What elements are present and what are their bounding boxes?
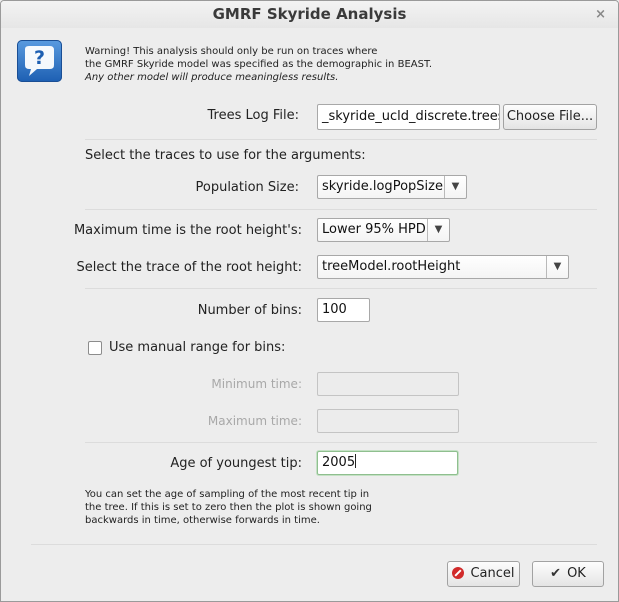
- max-time-dropdown[interactable]: Lower 95% HPD ▼: [317, 218, 450, 242]
- population-size-value: skyride.logPopSize: [322, 179, 443, 194]
- separator: [31, 544, 597, 545]
- separator: [85, 288, 597, 289]
- youngest-tip-value: 2005: [322, 455, 356, 470]
- close-icon[interactable]: ×: [595, 1, 606, 28]
- text-cursor: [355, 454, 357, 468]
- warning-line-1: Warning! This analysis should only be ru…: [85, 46, 378, 57]
- max-time-label: Maximum time is the root height's:: [73, 223, 302, 238]
- note-line-1: You can set the age of sampling of the m…: [85, 489, 370, 500]
- population-size-label: Population Size:: [195, 180, 300, 195]
- max-time-field-label: Maximum time:: [207, 414, 302, 428]
- separator: [85, 139, 597, 140]
- warning-line-2: the GMRF Skyride model was specified as …: [85, 59, 433, 70]
- dialog-title: GMRF Skyride Analysis: [212, 5, 407, 23]
- manual-range-checkbox[interactable]: [88, 341, 102, 355]
- choose-file-button[interactable]: Choose File...: [503, 104, 597, 130]
- trees-log-field[interactable]: _skyride_ucld_discrete.trees: [317, 104, 500, 130]
- min-time-label: Minimum time:: [211, 377, 302, 391]
- population-size-dropdown[interactable]: skyride.logPopSize ▼: [317, 175, 467, 199]
- youngest-tip-label: Age of youngest tip:: [170, 456, 302, 471]
- cancel-label: Cancel: [470, 566, 515, 581]
- root-height-value: treeModel.rootHeight: [322, 259, 461, 274]
- checkmark-icon: ✔: [550, 566, 562, 581]
- chevron-down-icon: ▼: [546, 256, 568, 278]
- youngest-tip-field[interactable]: 2005: [317, 451, 458, 475]
- separator: [85, 442, 597, 443]
- bins-field[interactable]: 100: [317, 298, 370, 322]
- cancel-icon: [452, 567, 465, 579]
- ok-label: OK: [567, 566, 586, 581]
- ok-button[interactable]: ✔ OK: [532, 561, 604, 587]
- chevron-down-icon: ▼: [427, 219, 449, 241]
- max-time-value: Lower 95% HPD: [322, 222, 426, 237]
- max-time-field: [317, 409, 459, 433]
- min-time-field: [317, 372, 459, 396]
- note-line-3: backwards in time, otherwise forwards in…: [85, 515, 320, 526]
- manual-range-label: Use manual range for bins:: [109, 340, 286, 355]
- cancel-button[interactable]: Cancel: [447, 561, 520, 587]
- trees-log-label: Trees Log File:: [207, 108, 299, 123]
- svg-text:?: ?: [34, 47, 45, 69]
- skyride-dialog: GMRF Skyride Analysis × ? Warning! This …: [0, 0, 619, 602]
- note-line-2: the tree. If this is set to zero then th…: [85, 502, 372, 513]
- question-icon: ?: [17, 40, 62, 82]
- separator: [85, 209, 597, 210]
- chevron-down-icon: ▼: [444, 176, 466, 198]
- warning-line-3: Any other model will produce meaningless…: [85, 72, 339, 83]
- title-bar: GMRF Skyride Analysis ×: [1, 1, 618, 28]
- bins-label: Number of bins:: [197, 303, 302, 318]
- root-height-label: Select the trace of the root height:: [76, 260, 302, 275]
- root-height-dropdown[interactable]: treeModel.rootHeight ▼: [317, 255, 569, 279]
- traces-heading: Select the traces to use for the argumen…: [85, 148, 366, 163]
